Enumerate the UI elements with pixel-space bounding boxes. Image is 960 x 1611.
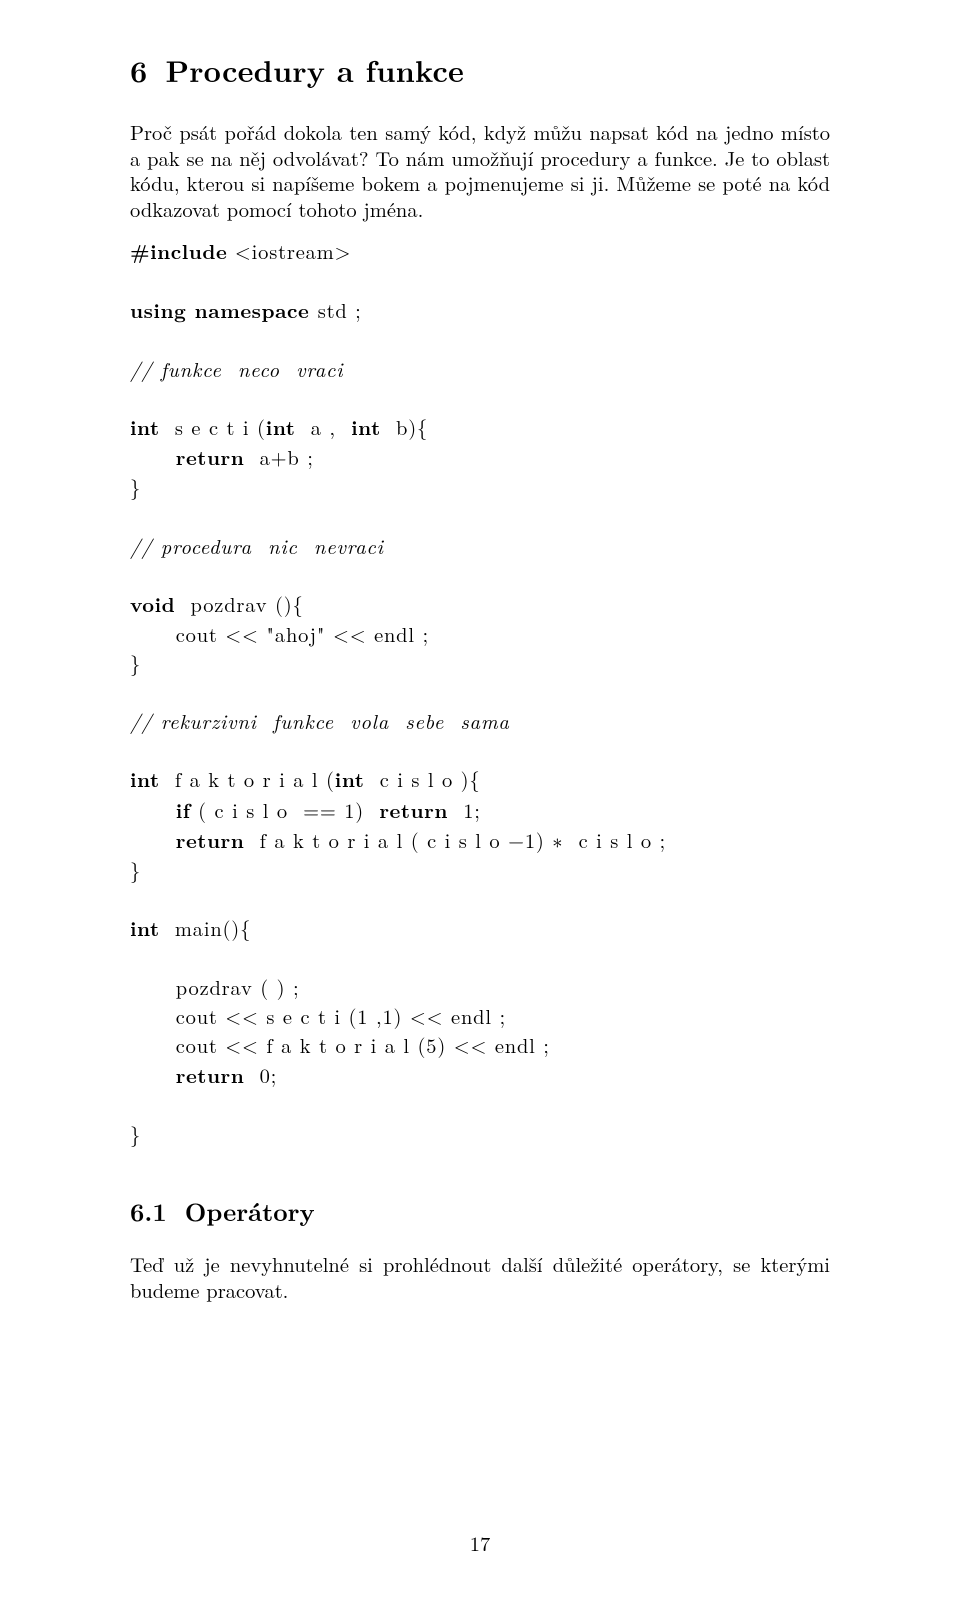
code-kw: return (379, 796, 448, 825)
code-kw: int (130, 765, 160, 794)
code-text: pozdrav (){ (175, 589, 303, 618)
code-kw: int (266, 413, 296, 442)
code-text: ( c i s l o == 1) (191, 795, 380, 824)
code-text: cout << f a k t o r i a l (5) << endl ; (130, 1030, 550, 1059)
code-text: } (130, 648, 141, 677)
subsection-heading: 6.1 Operátory (130, 1194, 830, 1229)
subsection-number: 6.1 (130, 1194, 167, 1229)
code-comment: // rekurzivni funkce vola sebe sama (130, 706, 510, 735)
code-text: 1; (448, 795, 481, 824)
code-kw: return (176, 443, 245, 472)
code-text: <iostream> (227, 236, 351, 265)
code-kw: int (130, 914, 160, 943)
page-number: 17 (0, 1528, 960, 1557)
code-text: f a k t o r i a l ( c i s l o −1) ∗ c i … (244, 825, 666, 854)
code-text (130, 1060, 176, 1089)
code-text: s e c t i ( (160, 412, 266, 441)
code-comment: // procedura nic nevraci (130, 531, 384, 560)
code-text: } (130, 855, 141, 884)
code-text: c i s l o ){ (364, 764, 480, 793)
code-text: cout << "ahoj" << endl ; (130, 619, 429, 648)
code-text: cout << s e c t i (1 ,1) << endl ; (130, 1001, 506, 1030)
code-text (130, 825, 176, 854)
code-text: f a k t o r i a l ( (160, 764, 335, 793)
section-number: 6 (130, 48, 147, 91)
code-text: std ; (318, 295, 362, 324)
code-comment: // funkce neco vraci (130, 354, 343, 383)
code-text: a , (295, 412, 351, 441)
code-kw: int (351, 413, 381, 442)
section-heading: 6 Procedury a funkce (130, 48, 830, 91)
code-kw: if (176, 796, 191, 825)
code-text: a+b ; (244, 442, 313, 471)
subsection-paragraph: Teď už je nevyhnutelné si prohlédnout da… (130, 1251, 830, 1302)
code-kw: using namespace (130, 296, 318, 325)
code-kw: #include (130, 237, 227, 266)
code-text: } (130, 1119, 141, 1148)
code-text: } (130, 472, 141, 501)
code-listing: #include <iostream> using namespace std … (130, 236, 830, 1148)
code-kw: return (176, 826, 245, 855)
section-title: Procedury a funkce (165, 48, 464, 91)
code-kw: int (130, 413, 160, 442)
code-kw: return (176, 1061, 245, 1090)
page: 6 Procedury a funkce Proč psát pořád doko… (0, 0, 960, 1611)
code-text: b){ (381, 412, 428, 441)
subsection-title: Operátory (185, 1194, 315, 1229)
code-kw: int (335, 765, 365, 794)
code-text: main(){ (160, 913, 251, 942)
code-text: pozdrav ( ) ; (130, 972, 300, 1001)
code-kw: void (130, 590, 175, 619)
code-text: 0; (244, 1060, 277, 1089)
code-text (130, 442, 176, 471)
code-text (130, 795, 176, 824)
intro-paragraph: Proč psát pořád dokola ten samý kód, kdy… (130, 119, 830, 222)
